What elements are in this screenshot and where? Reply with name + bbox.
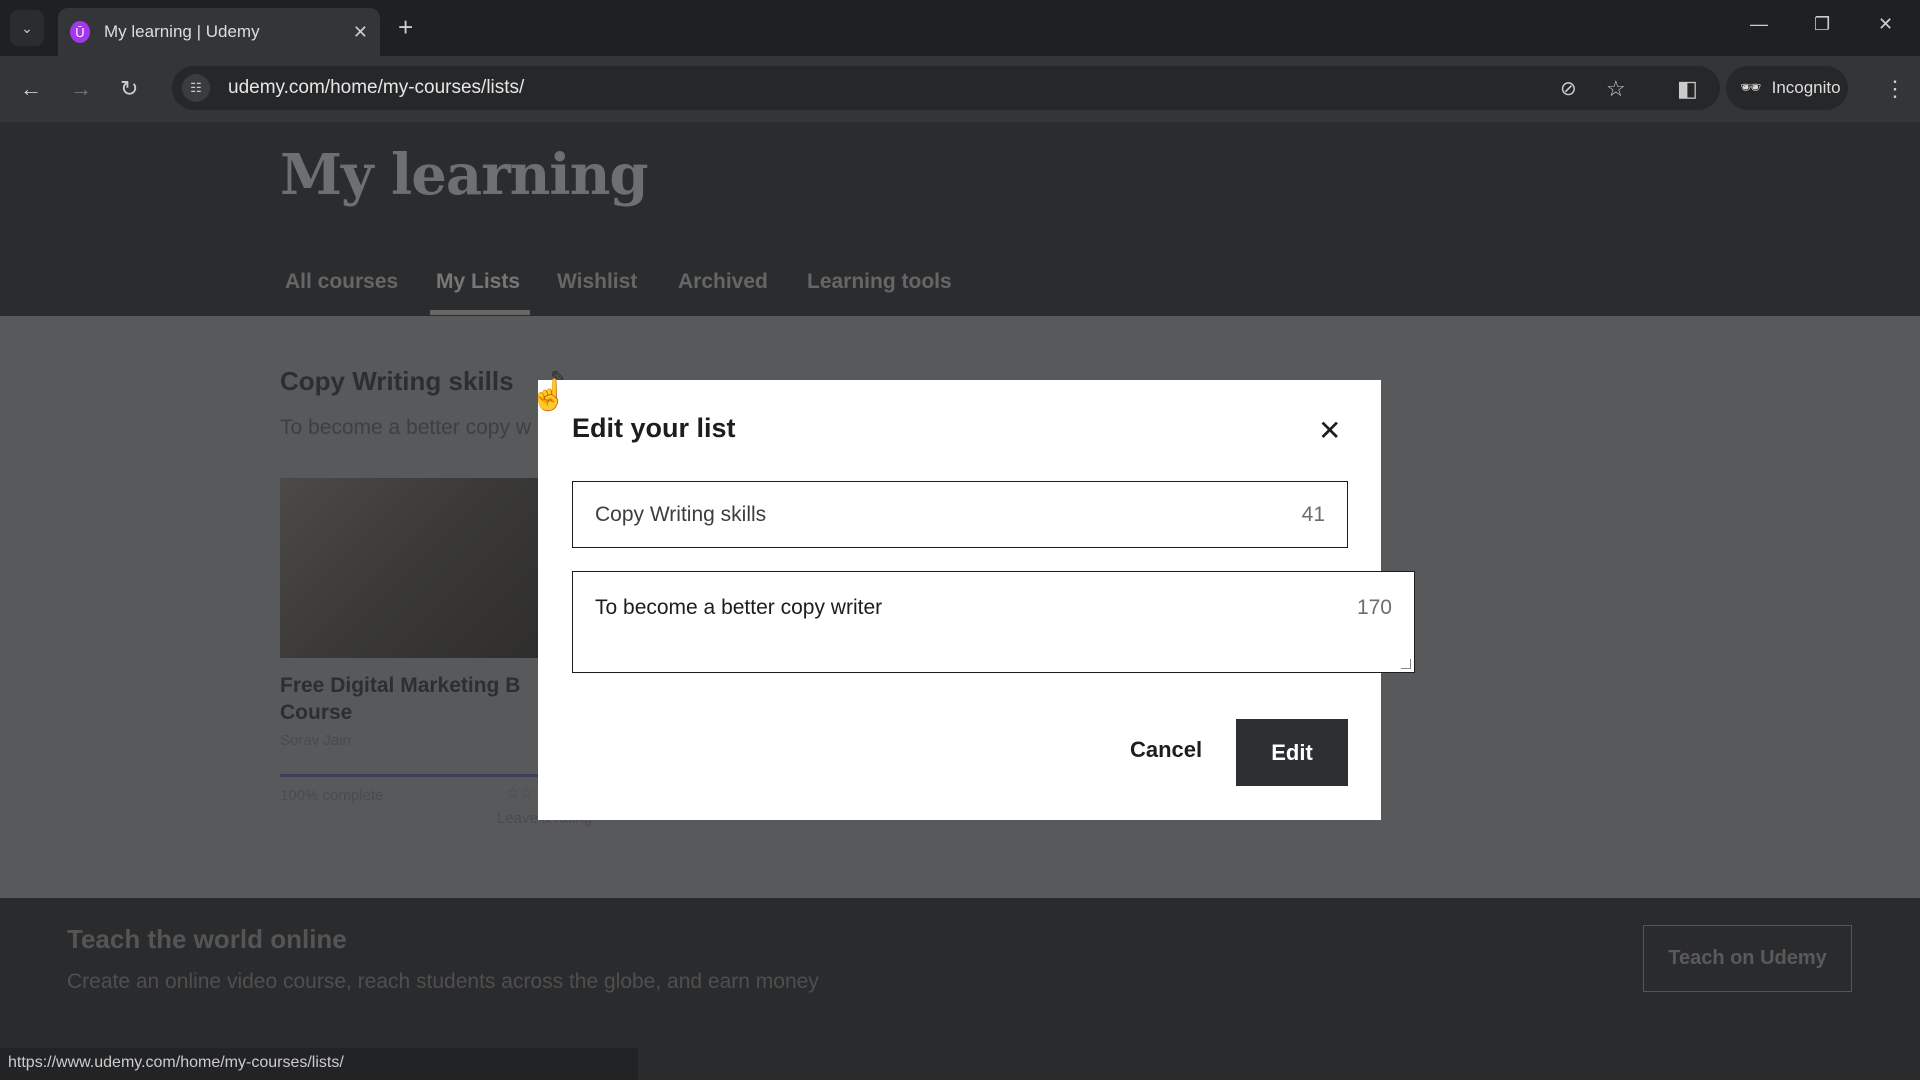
chevron-down-icon: ⌄ bbox=[21, 19, 33, 36]
browser-tab[interactable]: Ū My learning | Udemy ✕ bbox=[58, 8, 380, 56]
address-bar[interactable]: ☷ udemy.com/home/my-courses/lists/ bbox=[172, 66, 1720, 110]
restore-icon[interactable]: ❐ bbox=[1814, 14, 1830, 35]
page-title: My learning bbox=[280, 142, 649, 208]
udemy-favicon-icon: Ū bbox=[70, 21, 90, 43]
reload-icon[interactable]: ↻ bbox=[120, 76, 138, 102]
tab-wishlist[interactable]: Wishlist bbox=[557, 270, 637, 294]
rating-stars-icon[interactable]: ☆☆ bbox=[506, 784, 533, 802]
course-thumbnail[interactable] bbox=[280, 478, 538, 658]
course-title[interactable]: Free Digital Marketing B Course bbox=[280, 672, 520, 726]
forward-icon[interactable]: → bbox=[70, 76, 92, 102]
bookmark-star-icon[interactable]: ☆ bbox=[1606, 76, 1626, 102]
footer-heading: Teach the world online bbox=[67, 924, 347, 954]
modal-title: Edit your list bbox=[572, 413, 736, 443]
close-icon[interactable]: ✕ bbox=[1318, 414, 1341, 447]
list-description-textarea[interactable]: To become a better copy writer 170 bbox=[572, 571, 1415, 673]
incognito-badge[interactable]: 🕶 Incognito bbox=[1726, 66, 1848, 110]
list-description-value: To become a better copy writer bbox=[595, 596, 883, 619]
description-char-counter: 170 bbox=[1356, 596, 1392, 619]
minimize-icon[interactable]: — bbox=[1750, 14, 1768, 35]
list-name: Copy Writing skills bbox=[280, 366, 514, 396]
name-char-counter: 41 bbox=[1301, 502, 1325, 526]
resize-handle-icon[interactable] bbox=[1401, 659, 1411, 669]
cancel-button[interactable]: Cancel bbox=[1130, 737, 1202, 763]
progress-label: 100% complete bbox=[280, 787, 384, 804]
list-description: To become a better copy w bbox=[280, 416, 531, 439]
course-progress-bar bbox=[280, 774, 538, 777]
tab-all-courses[interactable]: All courses bbox=[285, 270, 398, 294]
incognito-icon: 🕶 bbox=[1740, 78, 1762, 97]
status-bar-url: https://www.udemy.com/home/my-courses/li… bbox=[0, 1048, 638, 1080]
tab-my-lists[interactable]: My Lists bbox=[436, 270, 520, 294]
list-name-value: Copy Writing skills bbox=[595, 502, 767, 526]
edit-button[interactable]: Edit bbox=[1236, 719, 1348, 786]
tab-title: My learning | Udemy bbox=[104, 22, 260, 41]
active-tab-indicator bbox=[430, 310, 530, 315]
hand-cursor-icon: ☝ bbox=[530, 379, 568, 412]
tab-archived[interactable]: Archived bbox=[678, 270, 768, 294]
teach-on-udemy-button[interactable]: Teach on Udemy bbox=[1643, 925, 1852, 992]
menu-icon[interactable]: ⋮ bbox=[1884, 76, 1906, 102]
back-icon[interactable]: ← bbox=[20, 76, 42, 102]
course-author: Sorav Jain bbox=[280, 732, 351, 749]
tab-learning-tools[interactable]: Learning tools bbox=[807, 270, 952, 294]
url-text: udemy.com/home/my-courses/lists/ bbox=[228, 77, 525, 98]
side-panel-icon[interactable]: ◧ bbox=[1677, 76, 1698, 102]
close-tab-icon[interactable]: ✕ bbox=[353, 22, 368, 43]
list-name-input[interactable]: Copy Writing skills 41 bbox=[572, 481, 1348, 548]
new-tab-button[interactable]: + bbox=[398, 12, 413, 43]
tab-search-button[interactable]: ⌄ bbox=[10, 10, 44, 46]
footer-text: Create an online video course, reach stu… bbox=[67, 970, 819, 993]
eye-off-icon[interactable]: ⊘ bbox=[1560, 76, 1577, 101]
incognito-label: Incognito bbox=[1771, 78, 1841, 97]
site-info-icon[interactable]: ☷ bbox=[182, 74, 210, 102]
close-window-icon[interactable]: ✕ bbox=[1878, 14, 1893, 35]
